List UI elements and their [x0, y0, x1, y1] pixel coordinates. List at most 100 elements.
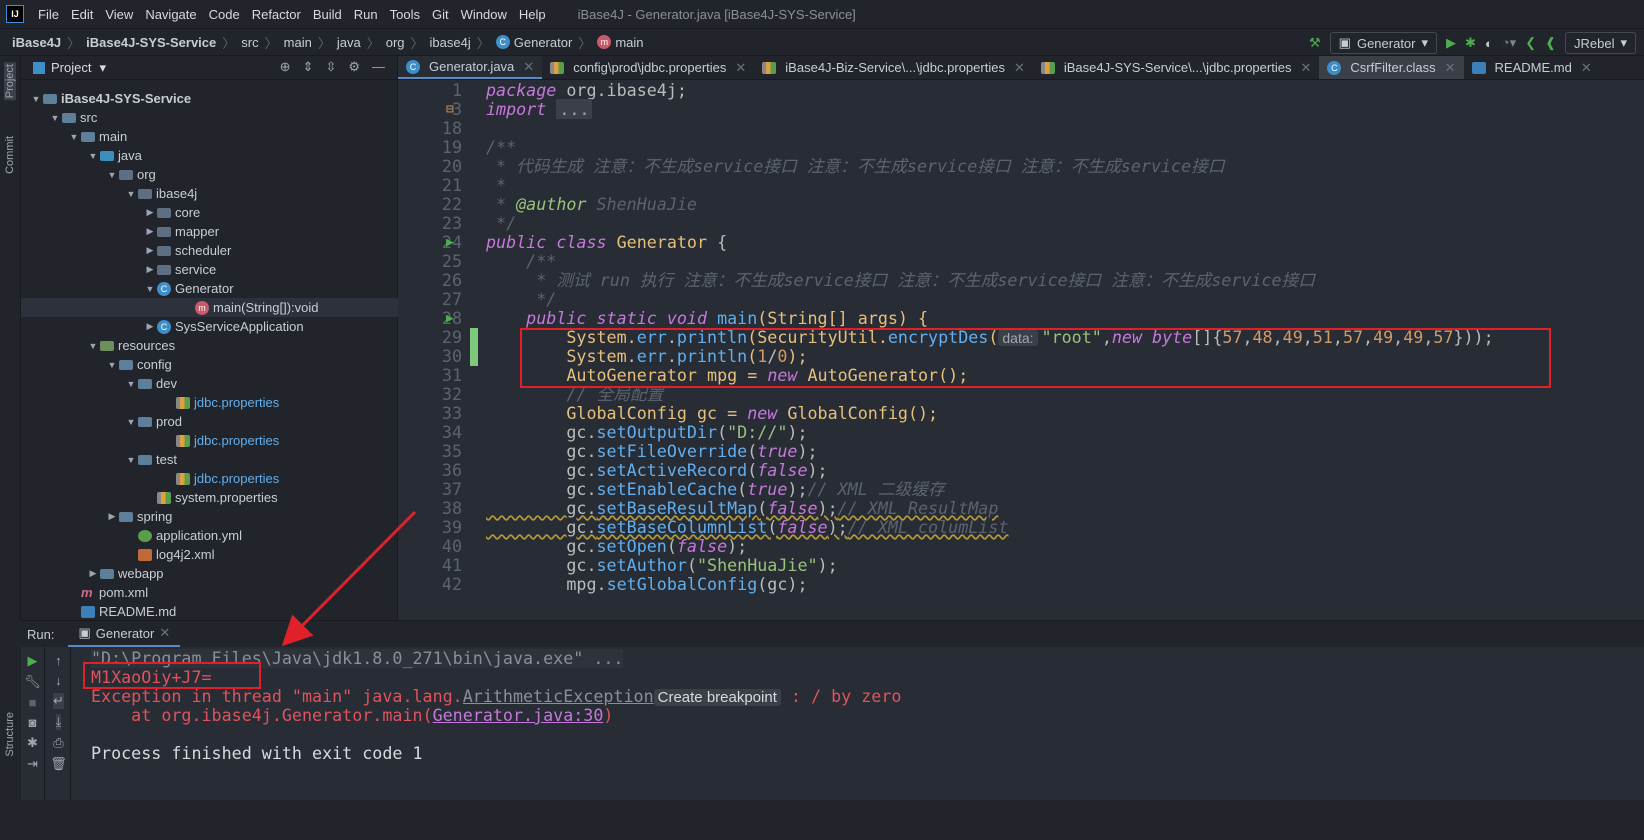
breadcrumb-item[interactable]: iBase4J-SYS-Service	[86, 35, 216, 50]
close-icon[interactable]: ✕	[159, 625, 170, 641]
menu-build[interactable]: Build	[307, 7, 348, 22]
tree-item[interactable]: ▼ resources	[21, 336, 398, 355]
menu-code[interactable]: Code	[203, 7, 246, 22]
stop-icon[interactable]: ■	[29, 695, 37, 710]
scroll-to-end-icon[interactable]: ⤓	[55, 714, 62, 730]
gear-icon[interactable]: ⚙	[348, 59, 360, 75]
tree-item[interactable]: ▶ core	[21, 203, 398, 222]
chevron-right-icon[interactable]: ▶	[143, 321, 157, 332]
tree-item[interactable]: log4j2.xml	[21, 545, 398, 564]
editor-tab[interactable]: iBase4J-Biz-Service\...\jdbc.properties ✕	[754, 56, 1033, 79]
chevron-right-icon[interactable]: ▶	[143, 264, 157, 275]
menu-view[interactable]: View	[99, 7, 139, 22]
chevron-down-icon[interactable]: ▼	[29, 94, 43, 104]
menu-run[interactable]: Run	[348, 7, 384, 22]
debug-icon[interactable]: ✱	[27, 735, 38, 751]
run-icon[interactable]: ▶	[1446, 35, 1456, 51]
coverage-icon[interactable]: ◐	[1485, 36, 1493, 51]
breadcrumb-item[interactable]: org	[386, 35, 405, 50]
breadcrumb-item[interactable]: ibase4j	[430, 35, 471, 50]
profile-icon[interactable]: ◔▾	[1502, 35, 1516, 51]
arrow-down-icon[interactable]: ↓	[55, 673, 62, 688]
run-tab-generator[interactable]: ▣ Generator ✕	[68, 621, 181, 647]
tree-item[interactable]: ▼ main	[21, 127, 398, 146]
source-link[interactable]: Generator.java:30	[433, 705, 604, 725]
project-title[interactable]: Project	[51, 60, 91, 75]
tree-item[interactable]: ▶ mapper	[21, 222, 398, 241]
breadcrumb-item[interactable]: C Generator	[495, 35, 572, 50]
tree-item[interactable]: ▶ C SysServiceApplication	[21, 317, 398, 336]
menu-window[interactable]: Window	[455, 7, 513, 22]
editor-tab[interactable]: config\prod\jdbc.properties ✕	[542, 56, 754, 79]
camera-icon[interactable]: ◙	[29, 715, 37, 730]
print-icon[interactable]: ⎙	[53, 735, 63, 751]
hammer-icon[interactable]: ⚒	[1309, 35, 1321, 51]
menu-file[interactable]: File	[32, 7, 65, 22]
menu-git[interactable]: Git	[426, 7, 455, 22]
close-icon[interactable]: ✕	[1014, 60, 1025, 76]
close-icon[interactable]: ✕	[1300, 60, 1311, 76]
editor-tab[interactable]: C Generator.java ✕	[398, 56, 543, 79]
tree-item[interactable]: ▼ config	[21, 355, 398, 374]
chevron-down-icon[interactable]: ▼	[86, 151, 100, 161]
close-icon[interactable]: ✕	[523, 59, 534, 75]
tree-item[interactable]: m pom.xml	[21, 583, 398, 602]
fold-icon[interactable]: ⊟	[446, 100, 454, 119]
hide-icon[interactable]: —	[372, 59, 385, 75]
chevron-down-icon[interactable]: ▼	[124, 417, 138, 427]
close-icon[interactable]: ✕	[735, 60, 746, 76]
breadcrumb-item[interactable]: iBase4J	[12, 35, 61, 50]
tree-item[interactable]: ▼ dev	[21, 374, 398, 393]
run-gutter-icon[interactable]: ▶	[446, 233, 454, 252]
trash-icon[interactable]: 🗑︎	[50, 756, 67, 772]
chevron-down-icon[interactable]: ▼	[67, 132, 81, 142]
chevron-down-icon[interactable]: ▼	[105, 170, 119, 180]
tree-item[interactable]: ▼ ibase4j	[21, 184, 398, 203]
chevron-down-icon[interactable]: ▼	[124, 379, 138, 389]
close-icon[interactable]: ✕	[1581, 60, 1592, 76]
jrebel-debug-icon[interactable]: ❰	[1545, 35, 1556, 51]
arrow-up-icon[interactable]: ↑	[55, 653, 62, 668]
tree-item[interactable]: system.properties	[21, 488, 398, 507]
collapse-all-icon[interactable]: ⇳	[325, 59, 336, 75]
tree-item[interactable]: ▼ C Generator	[21, 279, 398, 298]
rerun-icon[interactable]: ▶	[28, 653, 38, 669]
exception-class-link[interactable]: ArithmeticException	[463, 686, 654, 706]
jrebel-select[interactable]: JRebel ▾	[1565, 32, 1636, 54]
chevron-right-icon[interactable]: ▶	[143, 245, 157, 256]
project-tool-button[interactable]: Project	[4, 62, 16, 101]
chevron-down-icon[interactable]: ▼	[124, 189, 138, 199]
close-icon[interactable]: ✕	[1445, 60, 1456, 76]
chevron-down-icon[interactable]: ▼	[86, 341, 100, 351]
tree-item[interactable]: jdbc.properties	[21, 431, 398, 450]
tree-item[interactable]: application.yml	[21, 526, 398, 545]
run-gutter-icon[interactable]: ▶	[446, 309, 454, 328]
tree-item[interactable]: ▼ prod	[21, 412, 398, 431]
breadcrumb-item[interactable]: java	[337, 35, 361, 50]
tree-item[interactable]: jdbc.properties	[21, 469, 398, 488]
create-breakpoint-button[interactable]: Create breakpoint	[653, 689, 781, 706]
chevron-down-icon[interactable]: ▼	[143, 284, 157, 294]
tree-item[interactable]: ▶ service	[21, 260, 398, 279]
expand-all-icon[interactable]: ⇕	[303, 59, 314, 75]
tree-item[interactable]: ▼ test	[21, 450, 398, 469]
chevron-down-icon[interactable]: ▼	[48, 113, 62, 123]
breadcrumb-item[interactable]: main	[284, 35, 312, 50]
menu-navigate[interactable]: Navigate	[139, 7, 202, 22]
tree-item[interactable]: ▼ java	[21, 146, 398, 165]
wrench-icon[interactable]: 🔧︎	[24, 674, 41, 690]
run-config-select[interactable]: ▣ Generator ▾	[1329, 32, 1438, 54]
tree-item[interactable]: ▼ org	[21, 165, 398, 184]
tree-item[interactable]: ▶ scheduler	[21, 241, 398, 260]
menu-tools[interactable]: Tools	[384, 7, 426, 22]
chevron-down-icon[interactable]: ▼	[124, 455, 138, 465]
locate-icon[interactable]: ⊕	[280, 59, 291, 75]
menu-edit[interactable]: Edit	[65, 7, 99, 22]
editor-tab[interactable]: README.md ✕	[1464, 56, 1600, 79]
menu-help[interactable]: Help	[513, 7, 552, 22]
breadcrumb-item[interactable]: m main	[597, 35, 644, 50]
breadcrumb-item[interactable]: src	[241, 35, 258, 50]
tree-item[interactable]: README.md	[21, 602, 398, 621]
structure-tool-button[interactable]: Structure	[4, 712, 16, 757]
editor-tab[interactable]: iBase4J-SYS-Service\...\jdbc.properties ✕	[1033, 56, 1320, 79]
